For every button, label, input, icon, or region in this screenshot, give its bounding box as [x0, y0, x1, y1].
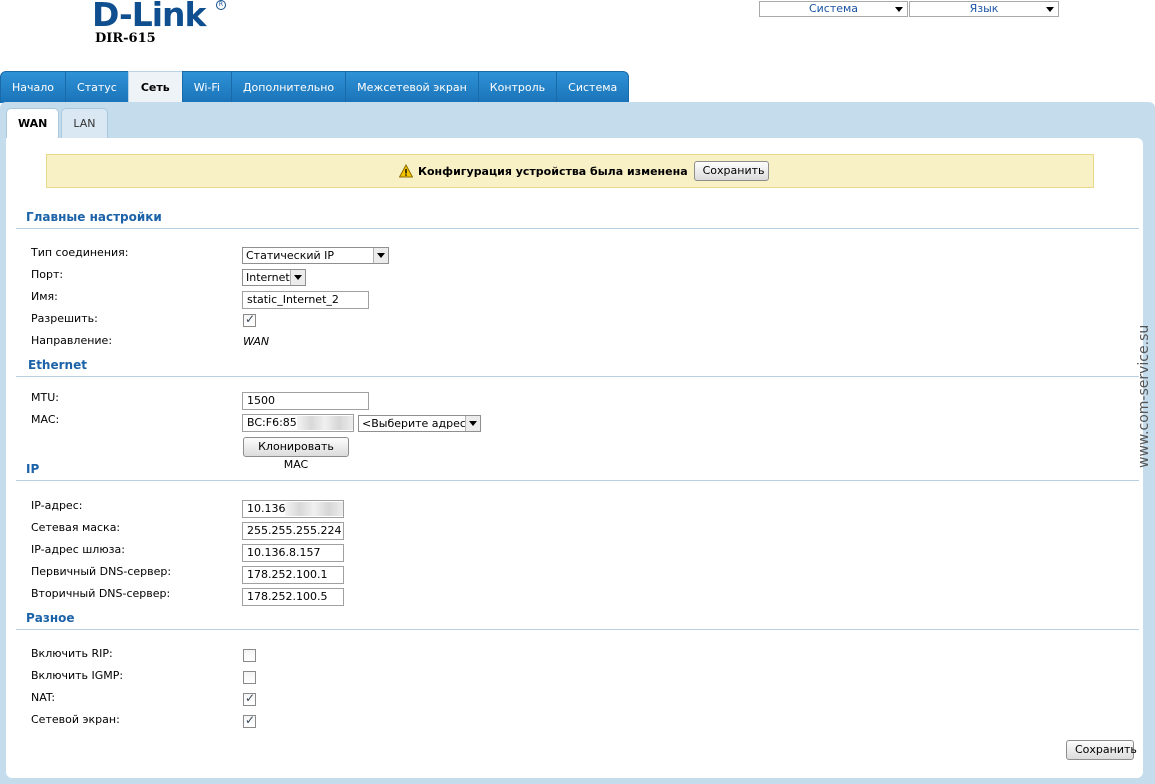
- mac-redaction: [297, 416, 353, 430]
- mtu-label: MTU:: [31, 391, 59, 404]
- primary-dns-label: Первичный DNS-сервер:: [31, 565, 172, 578]
- ip-address-value: 10.136.: [247, 502, 289, 515]
- chevron-down-icon: [1046, 7, 1054, 12]
- tab-system[interactable]: Система: [556, 71, 630, 103]
- ip-redaction: [285, 502, 343, 516]
- section-title-main: Главные настройки: [26, 210, 162, 224]
- tab-advanced[interactable]: Дополнительно: [230, 71, 347, 103]
- device-model: DIR-615: [95, 31, 156, 46]
- tab-start[interactable]: Начало: [0, 71, 67, 103]
- save-button[interactable]: Сохранить: [1066, 740, 1137, 760]
- connection-type-label: Тип соединения:: [31, 246, 129, 259]
- language-label: Язык: [969, 2, 999, 15]
- brand-name: D-Link: [92, 0, 206, 34]
- enable-checkbox[interactable]: [243, 312, 256, 327]
- mac-input[interactable]: BC:F6:85:: [242, 414, 354, 432]
- mac-select-value: <Выберите адрес>: [362, 417, 476, 430]
- rip-label: Включить RIP:: [31, 647, 113, 660]
- port-value: Internet: [246, 271, 290, 284]
- notice-save-button[interactable]: Сохранить: [693, 161, 769, 181]
- registered-icon: R: [216, 0, 226, 10]
- mac-address-select[interactable]: <Выберите адрес>: [358, 415, 481, 432]
- notice-text: Конфигурация устройства была изменена: [418, 164, 688, 178]
- nat-checkbox[interactable]: [243, 691, 256, 706]
- section-divider: [16, 629, 1139, 630]
- tab-control[interactable]: Контроль: [477, 71, 558, 103]
- direction-value: WAN: [243, 335, 270, 348]
- connection-type-value: Статический IP: [246, 249, 335, 262]
- tab-firewall[interactable]: Межсетевой экран: [345, 71, 479, 103]
- language-select[interactable]: Язык: [909, 1, 1059, 17]
- config-changed-notice: Конфигурация устройства была изменена Со…: [46, 154, 1094, 188]
- firewall-label: Сетевой экран:: [31, 713, 120, 726]
- section-title-ethernet: Ethernet: [28, 358, 87, 372]
- mac-label: MAC:: [31, 413, 60, 426]
- name-label: Имя:: [31, 290, 58, 303]
- name-input[interactable]: static_Internet_2: [242, 291, 369, 309]
- mtu-input[interactable]: 1500: [242, 392, 369, 410]
- system-menu-select[interactable]: Система: [759, 1, 908, 17]
- main-navigation: Начало Статус Сеть Wi-Fi Дополнительно М…: [0, 71, 630, 104]
- primary-dns-input[interactable]: 178.252.100.1: [242, 566, 344, 584]
- section-title-misc: Разное: [26, 611, 75, 625]
- connection-type-select[interactable]: Статический IP: [242, 247, 389, 264]
- subtab-wan[interactable]: WAN: [6, 108, 60, 140]
- d-link-logo: D-Link R: [92, 0, 232, 32]
- secondary-dns-label: Вторичный DNS-сервер:: [31, 587, 171, 600]
- mac-value: BC:F6:85:: [247, 416, 301, 429]
- gateway-input[interactable]: 10.136.8.157: [242, 544, 344, 562]
- secondary-dns-input[interactable]: 178.252.100.5: [242, 588, 344, 606]
- igmp-checkbox[interactable]: [243, 671, 256, 684]
- tab-status[interactable]: Статус: [65, 71, 129, 103]
- netmask-label: Сетевая маска:: [31, 521, 121, 534]
- section-divider: [16, 376, 1139, 377]
- enable-label: Разрешить:: [31, 312, 98, 325]
- wan-settings-panel: Конфигурация устройства была изменена Со…: [6, 138, 1143, 778]
- section-divider: [16, 228, 1139, 229]
- watermark-text: www.com-service.su: [1136, 324, 1152, 468]
- port-label: Порт:: [31, 268, 64, 281]
- section-title-ip: IP: [26, 462, 40, 476]
- rip-checkbox[interactable]: [243, 649, 256, 662]
- chevron-down-icon: [373, 248, 388, 263]
- netmask-input[interactable]: 255.255.255.224: [242, 522, 344, 540]
- sub-navigation: WAN LAN: [6, 108, 110, 140]
- igmp-label: Включить IGMP:: [31, 669, 124, 682]
- ip-address-input[interactable]: 10.136.: [242, 500, 344, 518]
- chevron-down-icon: [290, 270, 305, 285]
- tab-wifi[interactable]: Wi-Fi: [181, 71, 232, 103]
- chevron-down-icon: [465, 416, 480, 431]
- direction-label: Направление:: [31, 334, 113, 347]
- system-menu-label: Система: [808, 2, 859, 15]
- warning-icon: [399, 164, 413, 178]
- content-frame: WAN LAN Конфигурация устройства была изм…: [0, 102, 1155, 784]
- ip-address-label: IP-адрес:: [31, 499, 83, 512]
- port-select[interactable]: Internet: [242, 269, 306, 286]
- section-divider: [16, 480, 1139, 481]
- tab-network[interactable]: Сеть: [127, 71, 183, 104]
- firewall-checkbox[interactable]: [243, 713, 256, 728]
- chevron-down-icon: [895, 7, 903, 12]
- nat-label: NAT:: [31, 691, 56, 704]
- clone-mac-button[interactable]: Клонировать MAC: [243, 437, 349, 471]
- subtab-lan[interactable]: LAN: [61, 108, 108, 139]
- gateway-label: IP-адрес шлюза:: [31, 543, 125, 556]
